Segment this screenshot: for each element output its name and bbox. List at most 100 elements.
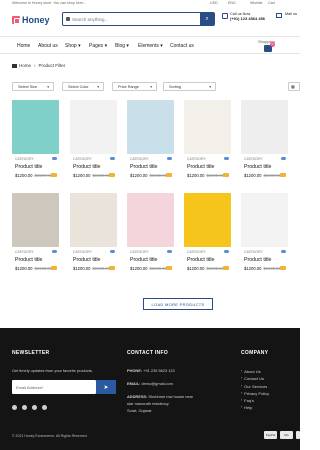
language-select[interactable]: ENG <box>228 1 236 5</box>
rating-icon <box>223 173 229 177</box>
company-link[interactable]: › About Us <box>241 368 269 375</box>
current-price: $1200.00 <box>73 173 91 178</box>
product-card[interactable]: CATEGORY Product title $1200.00 $1500.00 <box>70 100 117 188</box>
product-card[interactable]: CATEGORY Product title $1200.00 $1500.00 <box>12 193 59 281</box>
old-price: $1500.00 <box>34 173 52 178</box>
nav-contact[interactable]: Contact us <box>170 43 194 49</box>
compare-icon[interactable] <box>281 250 286 253</box>
cream-jar-image[interactable] <box>241 100 288 154</box>
tube-image[interactable] <box>127 193 174 247</box>
newsletter-text: Get timely updates from your favorite pr… <box>12 368 93 373</box>
product-category: CATEGORY <box>15 157 34 161</box>
color-filter[interactable]: Select Color ▾ <box>62 82 104 91</box>
product-title[interactable]: Product title <box>73 257 100 263</box>
rating-icon <box>166 266 172 270</box>
product-title[interactable]: Product title <box>244 164 271 170</box>
product-card[interactable]: CATEGORY Product title $1200.00 $1500.00 <box>70 193 117 281</box>
product-title[interactable]: Product title <box>130 257 157 263</box>
product-title[interactable]: Product title <box>187 257 214 263</box>
chevron-right-icon: › <box>241 376 243 381</box>
compare-icon[interactable] <box>224 250 229 253</box>
product-title[interactable]: Product title <box>244 257 271 263</box>
wishlist-link[interactable]: Wishlist <box>250 1 262 5</box>
box-image[interactable] <box>184 193 231 247</box>
mail-label: Mail us <box>285 12 298 16</box>
size-filter[interactable]: Select Size ▾ <box>12 82 54 91</box>
old-price: $1500.00 <box>149 173 167 178</box>
compare-icon[interactable] <box>110 157 115 160</box>
nav-pages[interactable]: Pages ▾ <box>89 43 107 49</box>
footer-email[interactable]: demo@gmail.com <box>142 381 173 386</box>
bicycle-image[interactable] <box>70 100 117 154</box>
link-label: Help <box>244 405 253 411</box>
company-link[interactable]: › Privacy Policy <box>241 390 269 397</box>
product-category: CATEGORY <box>73 250 92 254</box>
footer-phone: +91 235 5623 123 <box>143 368 175 373</box>
company-link[interactable]: › Help <box>241 404 269 411</box>
top-bar: Welcome to Honey store. You can shop her… <box>0 0 300 8</box>
product-card[interactable]: CATEGORY Product title $1200.00 $1500.00 <box>241 100 288 188</box>
company-link[interactable]: › Contact Us <box>241 375 269 382</box>
loafers-image[interactable] <box>70 193 117 247</box>
product-price: $1200.00 $1500.00 <box>244 173 281 178</box>
sorting-filter[interactable]: Sorting ▾ <box>163 82 216 91</box>
product-card[interactable]: CATEGORY Product title $1200.00 $1500.00 <box>184 100 231 188</box>
product-card[interactable]: CATEGORY Product title $1200.00 $1500.00 <box>241 193 288 281</box>
product-title[interactable]: Product title <box>130 164 157 170</box>
price-filter-label: Price Range <box>118 84 139 89</box>
cart-link[interactable]: Cart <box>268 1 275 5</box>
linkedin-icon[interactable] <box>32 405 37 410</box>
load-more-button[interactable]: LOAD MORE PRODUCTS <box>143 298 213 310</box>
old-price: $1500.00 <box>263 266 281 271</box>
compare-icon[interactable] <box>281 157 286 160</box>
old-price: $1500.00 <box>263 173 281 178</box>
search-bar[interactable]: Search anything... ⌕ <box>62 12 215 26</box>
company-link[interactable]: › Our Services <box>241 383 269 390</box>
watch-image[interactable] <box>12 100 59 154</box>
mail-icon <box>276 13 282 18</box>
compare-icon[interactable] <box>167 250 172 253</box>
makeup-set-image[interactable] <box>241 193 288 247</box>
address-label: ADDRESS: <box>127 394 148 399</box>
product-price: $1200.00 $1500.00 <box>15 266 52 271</box>
nav-elements[interactable]: Elements ▾ <box>138 43 163 49</box>
search-button[interactable]: ⌕ <box>200 13 214 25</box>
product-card[interactable]: CATEGORY Product title $1200.00 $1500.00 <box>127 100 174 188</box>
facebook-icon[interactable] <box>12 405 17 410</box>
compare-icon[interactable] <box>167 157 172 160</box>
old-price: $1500.00 <box>206 266 224 271</box>
product-card[interactable]: CATEGORY Product title $1200.00 $1500.00 <box>184 193 231 281</box>
product-title[interactable]: Product title <box>15 257 42 263</box>
cosmetics-image[interactable] <box>184 100 231 154</box>
nav-blog[interactable]: Blog ▾ <box>115 43 129 49</box>
welcome-text: Welcome to Honey store. You can shop her… <box>12 1 87 5</box>
product-card[interactable]: CATEGORY Product title $1200.00 $1500.00 <box>127 193 174 281</box>
product-title[interactable]: Product title <box>73 164 100 170</box>
product-category: CATEGORY <box>130 157 149 161</box>
product-title[interactable]: Product title <box>15 164 42 170</box>
twitter-icon[interactable] <box>42 405 47 410</box>
breadcrumb-home[interactable]: Home <box>19 63 31 68</box>
price-filter[interactable]: Price Range ▾ <box>112 82 157 91</box>
view-toggle[interactable]: ▦ <box>288 82 300 91</box>
instagram-icon[interactable] <box>22 405 27 410</box>
sneaker-image[interactable] <box>12 193 59 247</box>
chevron-right-icon: › <box>241 390 243 395</box>
compare-icon[interactable] <box>52 250 57 253</box>
compare-icon[interactable] <box>52 157 57 160</box>
nav-home[interactable]: Home <box>17 43 30 49</box>
newsletter-email-input[interactable]: Email Address* <box>12 380 96 394</box>
search-input[interactable]: Search anything... <box>66 17 108 22</box>
product-card[interactable]: CATEGORY Product title $1200.00 $1500.00 <box>12 100 59 188</box>
nav-about[interactable]: About us <box>38 43 58 49</box>
company-link[interactable]: › Faq's <box>241 397 269 404</box>
nav-shop[interactable]: Shop ▾ <box>65 43 81 49</box>
logo[interactable]: Honey <box>12 14 56 26</box>
jar-image[interactable] <box>127 100 174 154</box>
compare-icon[interactable] <box>224 157 229 160</box>
currency-select[interactable]: USD <box>210 1 218 5</box>
chevron-down-icon: ▾ <box>209 85 211 89</box>
product-title[interactable]: Product title <box>187 164 214 170</box>
newsletter-submit-button[interactable]: ➤ <box>96 380 116 394</box>
compare-icon[interactable] <box>110 250 115 253</box>
